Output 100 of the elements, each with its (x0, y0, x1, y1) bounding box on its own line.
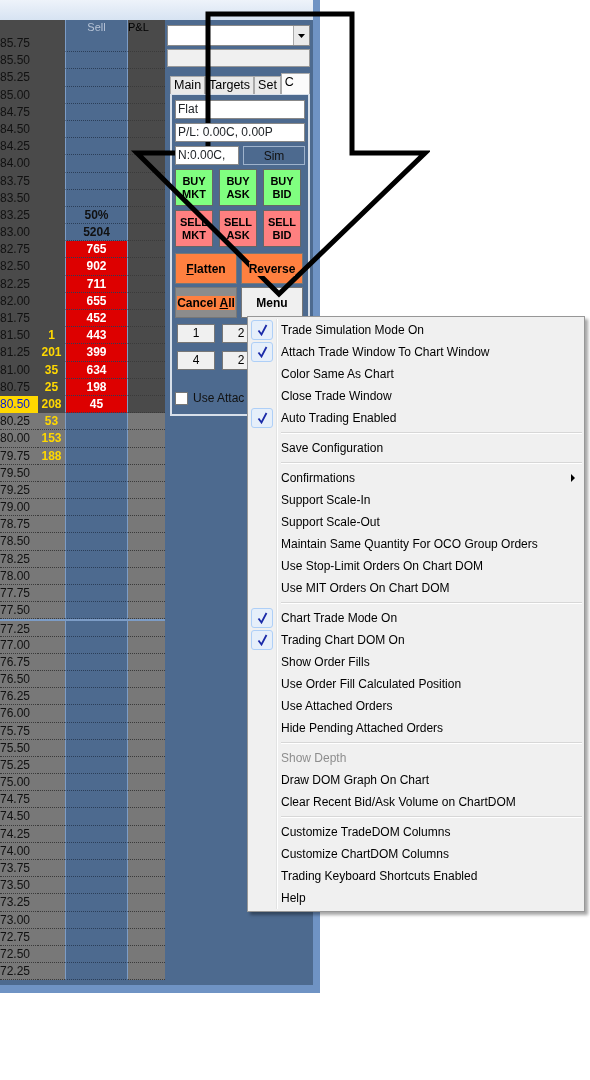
menu-item[interactable]: Trading Keyboard Shortcuts Enabled (250, 865, 582, 887)
menu-item[interactable]: Customize TradeDOM Columns (250, 821, 582, 843)
menu-item[interactable]: Use Stop-Limit Orders On Chart DOM (250, 555, 582, 577)
price-cell: 84.25 (0, 138, 38, 156)
ladder-cell (128, 35, 165, 53)
ladder-cell (128, 224, 165, 242)
ladder-cell (128, 413, 165, 431)
ladder-cell (128, 533, 165, 551)
ladder-cell (128, 516, 165, 534)
menu-item[interactable]: Confirmations (250, 467, 582, 489)
pl-field: P/L: 0.00C, 0.00P (175, 123, 305, 142)
menu-item[interactable]: Use Attached Orders (250, 695, 582, 717)
ladder-cell (65, 499, 128, 517)
ladder-cell (65, 413, 128, 431)
tab[interactable]: C (280, 73, 310, 94)
order-button[interactable]: BUY MKT (175, 169, 213, 206)
order-button[interactable]: BUY BID (263, 169, 301, 206)
ladder-cell (128, 499, 165, 517)
price-cell: 73.25 (0, 894, 38, 912)
text-field[interactable] (167, 49, 310, 67)
price-cell: 74.75 (0, 791, 38, 809)
ladder-cell (65, 155, 128, 173)
tab[interactable]: Main (170, 76, 206, 94)
menu-item[interactable]: Draw DOM Graph On Chart (250, 769, 582, 791)
checkbox[interactable] (175, 391, 188, 405)
price-cell: 85.50 (0, 52, 38, 70)
ladder-cell (38, 585, 65, 603)
menu-item[interactable]: Save Configuration (250, 437, 582, 459)
tab[interactable]: Set (254, 76, 281, 94)
ladder-cell (65, 860, 128, 878)
ladder-cell (128, 860, 165, 878)
ladder-cell (65, 791, 128, 809)
ladder-cell (65, 533, 128, 551)
ladder-cell (65, 808, 128, 826)
ladder-cell (128, 877, 165, 895)
order-button[interactable]: SELL BID (263, 210, 301, 247)
ladder-cell (128, 241, 165, 259)
sell-cell: 443 (65, 327, 128, 345)
action-button[interactable]: Cancel All (175, 287, 237, 318)
checkbox-label: Use Attac (193, 390, 245, 407)
menu-item[interactable]: Use MIT Orders On Chart DOM (250, 577, 582, 599)
menu-item[interactable]: Support Scale-Out (250, 511, 582, 533)
action-button[interactable]: Flatten (175, 253, 237, 284)
column-header: P&L (128, 20, 165, 35)
ladder-cell (128, 963, 165, 981)
tab[interactable]: Targets (205, 76, 255, 94)
ladder-cell (128, 774, 165, 792)
ladder-cell (38, 621, 65, 637)
ladder-cell (38, 808, 65, 826)
ladder-cell (38, 533, 65, 551)
ladder-cell (128, 52, 165, 70)
ladder-cell (128, 430, 165, 448)
ladder-cell (128, 344, 165, 362)
menu-item[interactable]: Clear Recent Bid/Ask Volume on ChartDOM (250, 791, 582, 813)
sell-cell: 765 (65, 241, 128, 259)
ladder-cell (65, 877, 128, 895)
menu-item[interactable]: Help (250, 887, 582, 909)
ladder-cell (128, 808, 165, 826)
column-header: Sell (65, 20, 128, 35)
menu-item[interactable]: Customize ChartDOM Columns (250, 843, 582, 865)
ladder-cell (38, 516, 65, 534)
price-cell: 85.25 (0, 69, 38, 87)
quantity-button[interactable]: 4 (177, 351, 215, 370)
price-cell: 81.25 (0, 344, 38, 362)
price-cell: 85.75 (0, 35, 38, 53)
menu-item[interactable]: Auto Trading Enabled (250, 407, 582, 429)
price-cell: 79.00 (0, 499, 38, 517)
dropdown-field[interactable] (167, 25, 310, 46)
ladder-cell (65, 705, 128, 723)
menu-item[interactable]: Chart Trade Mode On (250, 607, 582, 629)
ladder-cell (65, 138, 128, 156)
sell-cell: 399 (65, 344, 128, 362)
net-field: N:0.00C, (175, 146, 239, 165)
price-cell: 75.00 (0, 774, 38, 792)
menu-item[interactable]: Maintain Same Quantity For OCO Group Orders (250, 533, 582, 555)
price-cell: 78.75 (0, 516, 38, 534)
menu-item[interactable]: Close Trade Window (250, 385, 582, 407)
ladder-cell (38, 705, 65, 723)
order-button[interactable]: BUY ASK (219, 169, 257, 206)
price-cell: 76.25 (0, 688, 38, 706)
ladder-cell (128, 327, 165, 345)
ladder-cell (38, 688, 65, 706)
ladder-cell (128, 688, 165, 706)
ladder-cell (38, 894, 65, 912)
order-button[interactable]: SELL ASK (219, 210, 257, 247)
ladder-cell (65, 774, 128, 792)
ladder-cell (38, 963, 65, 981)
price-cell: 80.00 (0, 430, 38, 448)
menu-item[interactable]: Show Order Fills (250, 651, 582, 673)
price-cell: 81.75 (0, 310, 38, 328)
menu-item[interactable]: Trading Chart DOM On (250, 629, 582, 651)
ladder-cell (128, 310, 165, 328)
price-cell: 73.75 (0, 860, 38, 878)
quantity-button[interactable]: 1 (177, 324, 215, 343)
menu-item[interactable]: Support Scale-In (250, 489, 582, 511)
position-field: Flat (175, 100, 305, 119)
menu-item[interactable]: Use Order Fill Calculated Position (250, 673, 582, 695)
ladder-cell (38, 602, 65, 620)
price-cell: 84.00 (0, 155, 38, 173)
menu-item[interactable]: Hide Pending Attached Orders (250, 717, 582, 739)
